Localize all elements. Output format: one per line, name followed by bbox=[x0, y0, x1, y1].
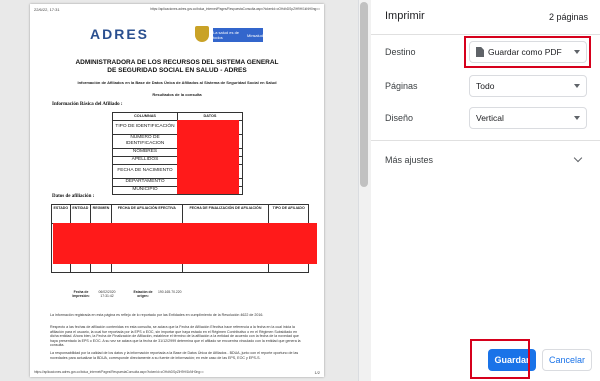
gov-badge-left: La salud es de todos bbox=[213, 30, 240, 40]
print-date-label: Fecha de Impresión: bbox=[72, 290, 90, 298]
print-date-value: 06/02/2020 17:31:42 bbox=[98, 290, 116, 298]
document-subtitle-results: Resultados de la consulta bbox=[152, 92, 202, 97]
table-cell: APELLIDOS bbox=[112, 155, 178, 165]
page-count: 2 páginas bbox=[548, 12, 588, 22]
table-cell: NOMBRES bbox=[112, 147, 178, 157]
table-cell: DEPARTAMENTO bbox=[112, 177, 178, 187]
page-header-date: 22/6/22, 17:31 bbox=[34, 7, 60, 12]
colombia-shield-icon bbox=[195, 26, 209, 42]
chevron-down-icon bbox=[574, 116, 580, 120]
adres-logo: ADRES bbox=[90, 26, 150, 42]
destination-highlight bbox=[464, 36, 591, 68]
cancel-button[interactable]: Cancelar bbox=[542, 349, 592, 371]
print-station: Estación de origen: 190.165.70.220 bbox=[132, 290, 182, 298]
gov-badge-right: Minsalud bbox=[246, 32, 263, 38]
redaction-block bbox=[177, 120, 239, 194]
more-settings-toggle[interactable]: Más ajustes bbox=[385, 155, 433, 165]
save-highlight bbox=[470, 339, 530, 379]
table-header-row: COLUMNAS DATOS bbox=[112, 112, 243, 121]
dialog-title: Imprimir bbox=[385, 10, 425, 22]
preview-page: 22/6/22, 17:31 https://aplicaciones.adre… bbox=[30, 4, 324, 377]
print-station-label: Estación de origen: bbox=[133, 290, 153, 298]
page-footer-url: https://aplicaciones.adres.gov.co/bdua_i… bbox=[34, 370, 204, 374]
print-station-value: 190.165.70.220 bbox=[158, 290, 182, 294]
chevron-down-icon bbox=[574, 84, 580, 88]
disclaimer-paragraph: La responsabilidad por la calidad de los… bbox=[50, 351, 299, 360]
pages-label: Páginas bbox=[385, 81, 418, 91]
disclaimer-paragraph: Respecto a las fechas de afiliación cont… bbox=[50, 325, 301, 348]
table-cell: MUNICIPIO bbox=[112, 185, 178, 195]
page-footer-number: 1/2 bbox=[314, 370, 320, 375]
page-footer: https://aplicaciones.adres.gov.co/bdua_i… bbox=[34, 370, 320, 375]
destination-label: Destino bbox=[385, 47, 416, 57]
affiliation-heading: Datos de afiliación : bbox=[52, 194, 95, 199]
gov-badge: La salud es de todos Minsalud bbox=[213, 28, 263, 42]
table-cell: TIPO DE IDENTIFICACIÓN bbox=[112, 119, 178, 135]
chevron-down-icon[interactable] bbox=[573, 153, 583, 163]
table-header-cell: ENTIDAD bbox=[69, 204, 91, 224]
table-header-cell: FECHA DE AFILIACIÓN EFECTIVA bbox=[111, 204, 183, 224]
layout-select[interactable]: Vertical bbox=[469, 107, 587, 129]
print-preview-pane: 22/6/22, 17:31 https://aplicaciones.adre… bbox=[0, 0, 358, 381]
print-date: Fecha de Impresión: 06/02/2020 17:31:42 bbox=[70, 290, 118, 298]
table-header-cell: ESTADO bbox=[51, 204, 71, 224]
document-title: ADMINISTRADORA DE LOS RECURSOS DEL SISTE… bbox=[50, 59, 304, 75]
pages-select[interactable]: Todo bbox=[469, 75, 587, 97]
table-header-cell: REGIMEN bbox=[89, 204, 113, 224]
disclaimer-paragraph: La información registrada en esta página… bbox=[50, 313, 264, 317]
page-header-url: https://aplicaciones.adres.gov.co/bdua_i… bbox=[150, 7, 320, 11]
table-header-cell: DATOS bbox=[177, 112, 243, 121]
document-title-line2: DE SEGURIDAD SOCIAL EN SALUD - ADRES bbox=[107, 67, 247, 74]
document-title-line1: ADMINISTRADORA DE LOS RECURSOS DEL SISTE… bbox=[75, 59, 279, 66]
table-header-row: ESTADO ENTIDAD REGIMEN FECHA DE AFILIACI… bbox=[51, 204, 309, 224]
layout-value: Vertical bbox=[476, 113, 504, 123]
table-header-cell: TIPO DE AFILIADO bbox=[268, 204, 309, 224]
print-meta: Fecha de Impresión: 06/02/2020 17:31:42 … bbox=[70, 290, 182, 298]
table-header-cell: COLUMNAS bbox=[112, 112, 178, 121]
preview-scrollbar-thumb[interactable] bbox=[360, 2, 368, 187]
pages-value: Todo bbox=[476, 81, 495, 91]
divider bbox=[371, 34, 600, 35]
redaction-block bbox=[53, 223, 317, 264]
table-cell: NÚMERO DE IDENTIFICACION bbox=[112, 133, 178, 149]
layout-label: Diseño bbox=[385, 113, 414, 123]
table-cell: FECHA DE NACIMIENTO bbox=[112, 163, 178, 179]
page-header: 22/6/22, 17:31 https://aplicaciones.adre… bbox=[34, 7, 320, 12]
print-dialog: Imprimir 2 páginas Destino Guardar como … bbox=[371, 0, 600, 381]
table-header-cell: FECHA DE FINALIZACIÓN DE AFILIACIÓN bbox=[181, 204, 270, 224]
divider bbox=[371, 140, 600, 141]
document-subtitle: Información de Afiliados en la Base de D… bbox=[77, 80, 277, 85]
basic-info-heading: Información Básica del Afiliado : bbox=[52, 102, 123, 107]
